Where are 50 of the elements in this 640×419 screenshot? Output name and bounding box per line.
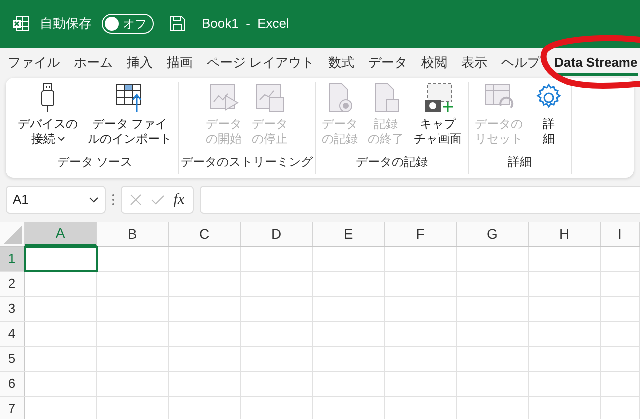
more-options-icon[interactable] [112, 194, 115, 206]
caret-icon [58, 137, 64, 142]
spreadsheet-app-icon [12, 16, 30, 32]
name-box[interactable]: A1 [6, 186, 106, 214]
menu-tab[interactable]: 数式 [322, 48, 362, 78]
menu-tab[interactable]: 校閲 [414, 48, 455, 78]
menu-tab[interactable]: 描画 [160, 48, 200, 78]
formula-input[interactable] [200, 186, 640, 214]
cancel-icon[interactable] [130, 194, 142, 206]
menu-tab[interactable]: データ [362, 48, 415, 78]
row-header[interactable]: 5 [0, 347, 25, 371]
dropdown-icon [89, 197, 99, 203]
ribbon-group-label: データ ソース [57, 154, 133, 171]
grid-cell[interactable] [25, 247, 97, 271]
ribbon-group-label: データの記録 [356, 154, 428, 171]
autosave-label: 自動保存 [40, 15, 92, 34]
ribbon-group-label: 詳細 [508, 154, 532, 171]
column-header[interactable]: G [457, 222, 529, 246]
ribbon-button[interactable]: データ ファイ ルのインポート [84, 82, 176, 153]
menu-tab[interactable]: Data Streame [548, 48, 640, 78]
menu-tab[interactable]: 表示 [454, 48, 495, 78]
column-header[interactable]: B [97, 222, 169, 246]
window-title: Book1 - Excel [202, 15, 290, 34]
menu-tab[interactable]: ファイル [1, 48, 67, 78]
row-header[interactable]: 2 [0, 272, 25, 296]
row-header[interactable]: 7 [0, 397, 25, 419]
column-header[interactable]: D [241, 222, 313, 246]
row-header[interactable]: 3 [0, 297, 25, 321]
menu-tab[interactable]: ヘルプ [494, 48, 548, 78]
camera-capture-icon [422, 82, 454, 114]
column-header[interactable]: I [601, 222, 640, 246]
column-header[interactable]: F [385, 222, 457, 246]
menu-tab[interactable]: ページ レイアウト [200, 48, 322, 78]
autosave-toggle[interactable]: オフ [102, 14, 154, 34]
ribbon-button[interactable]: デバイスの 接続 [14, 82, 82, 153]
select-all-icon[interactable] [4, 226, 22, 244]
menu-tab[interactable]: 挿入 [120, 48, 160, 78]
row-header[interactable]: 4 [0, 322, 25, 346]
column-header[interactable]: H [529, 222, 601, 246]
chart-stop-icon [254, 82, 286, 114]
check-icon[interactable] [151, 195, 166, 205]
column-header[interactable]: C [169, 222, 241, 246]
ribbon-button[interactable]: 詳 細 [529, 82, 569, 153]
ribbon-button[interactable]: キャプ チャ画面 [410, 82, 466, 153]
row-header[interactable]: 6 [0, 372, 25, 396]
save-icon[interactable] [170, 16, 186, 32]
ribbon-group-label: データのストリーミング [181, 154, 313, 171]
column-header[interactable]: E [313, 222, 385, 246]
insert-function-button[interactable]: fx [174, 188, 185, 212]
menu-tab[interactable]: ホーム [67, 48, 120, 78]
